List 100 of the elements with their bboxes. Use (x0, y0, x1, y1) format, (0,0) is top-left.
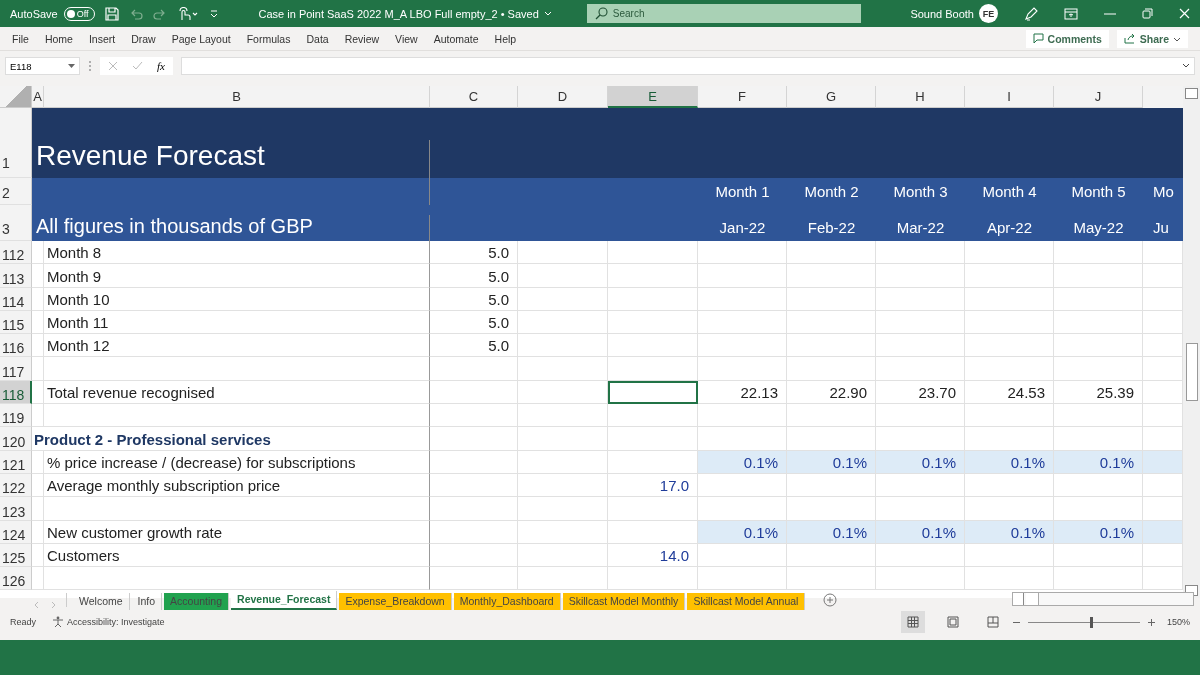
sheet-tab[interactable]: Info (131, 593, 163, 610)
row-header[interactable]: 120 (0, 427, 32, 451)
input-cell: 0.1% (1054, 450, 1143, 474)
table-cell (32, 241, 44, 265)
vertical-scrollbar[interactable] (1183, 86, 1200, 598)
page-break-icon (986, 616, 999, 628)
menu-tab[interactable]: Draw (131, 32, 156, 45)
sheet-tab[interactable]: Monthly_Dashboard (453, 593, 561, 610)
row-header[interactable]: 123 (0, 497, 32, 521)
sheet-tab[interactable]: Revenue_Forecast (231, 591, 338, 610)
row-header[interactable]: 113 (0, 264, 32, 288)
touch-mode-icon[interactable] (176, 6, 199, 21)
save-icon[interactable] (104, 6, 119, 21)
menu-tab[interactable]: File (12, 32, 29, 45)
sheet-tab[interactable]: Skillcast Model Annual (687, 593, 806, 610)
table-cell (32, 357, 44, 381)
date-header: May-22 (1072, 218, 1125, 238)
row-label: Month 9 (44, 264, 430, 288)
sheet-tab[interactable]: Welcome (73, 593, 130, 610)
row-header[interactable]: 121 (0, 450, 32, 474)
row-header[interactable]: 125 (0, 543, 32, 568)
share-icon (1123, 33, 1136, 44)
month-header: Month 4 (981, 182, 1038, 202)
menu-tab[interactable]: Data (306, 32, 329, 45)
column-header[interactable]: E (608, 86, 698, 108)
user-name: Sound Booth (910, 7, 974, 20)
row-header[interactable]: 119 (0, 404, 32, 428)
section-heading: Product 2 - Professional services (32, 427, 430, 451)
row-label: % price increase / (decrease) for subscriptions (44, 450, 430, 474)
date-header: Apr-22 (986, 218, 1033, 238)
user-avatar[interactable]: FE (979, 4, 998, 23)
menu-tab[interactable]: Review (344, 32, 380, 45)
menu-tab[interactable]: Insert (88, 32, 116, 45)
table-cell (32, 543, 44, 568)
share-button[interactable]: Share (1116, 29, 1188, 48)
check-icon[interactable] (132, 61, 143, 71)
zoom-slider[interactable] (1089, 616, 1093, 628)
normal-view-button[interactable] (900, 611, 925, 633)
table-cell (32, 450, 44, 474)
table-cell: 5.0 (430, 310, 518, 335)
row-header[interactable]: 114 (0, 287, 32, 311)
row-header[interactable]: 116 (0, 334, 32, 358)
date-header: Feb-22 (806, 218, 857, 238)
table-cell: 24.53 (965, 380, 1054, 405)
menu-tab[interactable]: Formulas (246, 32, 291, 45)
document-title[interactable]: Case in Point SaaS 2022 M_A LBO Full empty_2 • Saved (258, 7, 539, 20)
table-cell: 22.13 (698, 380, 787, 405)
table-cell (32, 287, 44, 311)
expand-icon[interactable] (1182, 63, 1190, 69)
input-cell (1143, 450, 1183, 474)
table-cell (32, 520, 44, 544)
close-icon[interactable] (1179, 8, 1190, 19)
restore-icon[interactable] (1142, 8, 1153, 19)
ribbon-display-icon[interactable] (1064, 7, 1078, 20)
table-cell: 5.0 (430, 241, 518, 265)
month-header: Mo (1152, 182, 1175, 202)
menu-tab[interactable]: Automate (433, 32, 479, 45)
add-sheet-icon[interactable] (823, 593, 838, 607)
row-label: Month 11 (44, 310, 430, 335)
table-cell: 5.0 (430, 264, 518, 288)
name-box[interactable]: E118 (5, 57, 80, 75)
row-header[interactable]: 122 (0, 473, 32, 498)
menu-tab[interactable]: Home (44, 32, 73, 45)
insert-function-button[interactable]: fx (157, 60, 165, 72)
row-header[interactable]: 126 (0, 567, 32, 591)
accessibility-button[interactable]: Accessibility: Investigate (52, 616, 165, 628)
formula-input[interactable] (180, 57, 1195, 75)
row-label: Month 8 (44, 241, 430, 265)
row-header[interactable]: 124 (0, 520, 32, 544)
input-cell (1143, 520, 1183, 544)
row-header[interactable]: 2 (0, 178, 32, 205)
page-icon (946, 616, 959, 628)
grid-icon (906, 616, 919, 628)
selected-cell[interactable] (608, 380, 698, 405)
horizontal-scrollbar[interactable] (1012, 592, 1194, 606)
pen-icon[interactable] (1024, 6, 1038, 21)
input-cell: 0.1% (787, 520, 876, 544)
row-header[interactable]: 3 (0, 205, 32, 241)
menu-tab[interactable]: Help (494, 32, 517, 45)
caret-icon (68, 63, 75, 69)
row-header[interactable]: 115 (0, 310, 32, 335)
zoom-in-icon[interactable] (1147, 618, 1155, 626)
menu-tab[interactable]: Page Layout (171, 32, 231, 45)
sheet-tab[interactable]: Expense_Breakdown (339, 593, 452, 610)
zoom-level[interactable]: 150% (1166, 617, 1190, 627)
menu-tab[interactable]: View (395, 32, 418, 45)
row-header[interactable]: 118 (0, 380, 32, 405)
grip-icon (88, 60, 92, 72)
row-header[interactable]: 1 (0, 108, 32, 178)
search-field[interactable]: Search (586, 4, 861, 23)
comments-button[interactable]: Comments (1025, 29, 1109, 48)
sheet-tab[interactable]: Skillcast Model Monthly (562, 593, 686, 610)
row-header[interactable]: 117 (0, 357, 32, 381)
input-cell: 0.1% (876, 450, 965, 474)
units-note: All figures in thousands of GBP (32, 215, 430, 241)
autosave-label: AutoSave (10, 7, 58, 20)
row-header[interactable]: 112 (0, 241, 32, 265)
minimize-icon[interactable] (1104, 12, 1116, 15)
date-header: Ju (1152, 218, 1170, 238)
customize-icon[interactable] (208, 8, 219, 19)
